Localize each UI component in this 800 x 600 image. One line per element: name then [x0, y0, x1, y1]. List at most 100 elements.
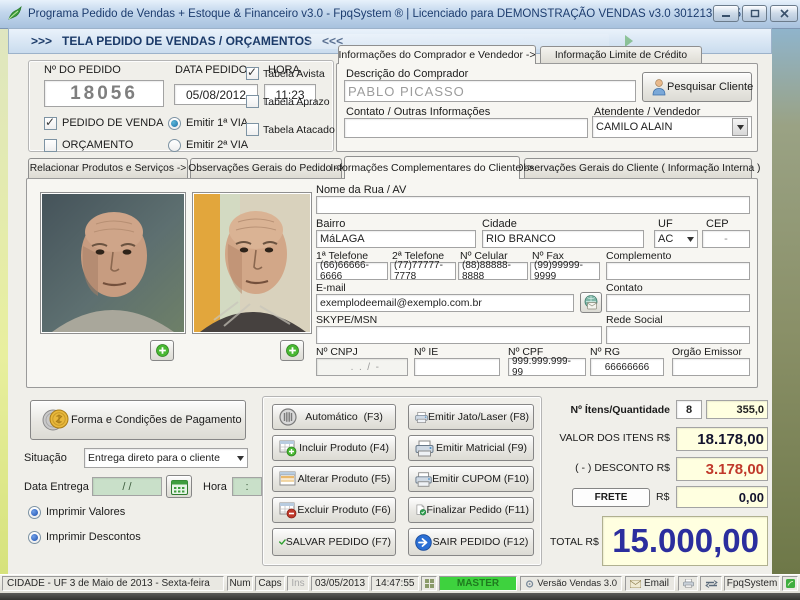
tel2-field[interactable]: (77)77777-7778 — [390, 260, 456, 282]
situacao-select[interactable]: Entrega direto para o cliente — [84, 448, 248, 468]
desconto-field: 3.178,00 — [676, 457, 768, 481]
tab-info-complementares[interactable]: Informações Complementares do Cliente -> — [330, 156, 534, 179]
emitir-2via-radio[interactable] — [168, 139, 181, 152]
pesquisar-cliente-button[interactable]: Pesquisar Cliente — [642, 72, 753, 102]
skype-field[interactable] — [316, 326, 602, 344]
orgao-emissor-field[interactable] — [672, 358, 750, 376]
emitir-cupom-button[interactable]: Emitir CUPOM (F10) — [408, 466, 534, 492]
tabela-avista-checkbox[interactable] — [246, 65, 259, 80]
ie-field[interactable] — [414, 358, 500, 376]
cnpj-field[interactable]: . . / - — [316, 358, 408, 376]
tabela-atacado-label: Tabela Atacado — [263, 124, 335, 136]
contato-outras-field[interactable] — [344, 118, 588, 138]
rede-social-field[interactable] — [606, 326, 750, 344]
uf-select[interactable]: AC — [654, 230, 698, 248]
emitir-2via-label: Emitir 2ª VIA — [186, 139, 249, 151]
finalizar-pedido-button[interactable]: Finalizar Pedido (F11) — [408, 497, 534, 523]
alterar-label: Alterar Produto — [297, 473, 369, 485]
tab-comprador-vendedor[interactable]: Informações do Comprador e Vendedor -> — [338, 45, 536, 64]
emitir-1via-radio[interactable] — [168, 117, 181, 130]
pedido-venda-checkbox[interactable] — [44, 115, 57, 130]
imprimir-valores-radio[interactable] — [28, 506, 41, 519]
printer-icon — [682, 579, 694, 588]
emitir-matricial-key: (F9) — [507, 442, 527, 454]
emitir-jato-key: (F8) — [509, 411, 529, 423]
ie-label: Nº IE — [414, 346, 439, 358]
tabela-aprazo-checkbox[interactable] — [246, 95, 259, 108]
incluir-key: (F4) — [369, 442, 389, 454]
celular-field[interactable]: (88)88888-8888 — [458, 260, 528, 282]
cidade-field[interactable]: RIO BRANCO — [482, 230, 644, 248]
status-email[interactable]: Email — [625, 576, 675, 591]
data-entrega-field[interactable]: / / — [92, 477, 162, 496]
add-photo-button-2[interactable] — [280, 340, 304, 361]
globe-envelope-icon — [584, 295, 598, 310]
envelope-icon — [630, 579, 641, 588]
green-plus-icon — [285, 344, 299, 357]
tab-observacoes-cliente[interactable]: Observações Gerais do Cliente ( Informaç… — [516, 158, 760, 178]
fax-field[interactable]: (99)99999-9999 — [530, 260, 600, 282]
close-button[interactable] — [770, 5, 798, 22]
excluir-produto-button[interactable]: Excluir Produto (F6) — [272, 497, 396, 523]
frete-button-label: FRETE — [594, 492, 628, 503]
calendar-button[interactable] — [166, 475, 192, 498]
send-email-button[interactable] — [580, 292, 602, 313]
email-label: E-mail — [316, 282, 346, 294]
gold-coins-icon — [41, 406, 71, 434]
cpf-field[interactable]: 999.999.999-99 — [508, 356, 586, 378]
automatico-key: (F3) — [363, 411, 383, 423]
frete-button[interactable]: FRETE — [572, 488, 650, 507]
contato-label: Contato — [606, 282, 643, 294]
status-connection-seg — [700, 576, 722, 591]
atendente-vendedor-select[interactable]: CAMILO ALAIN — [592, 116, 752, 138]
status-ins: Ins — [287, 576, 309, 591]
alterar-produto-button[interactable]: Alterar Produto (F5) — [272, 466, 396, 492]
emitir-matricial-button[interactable]: Emitir Matricial (F9) — [408, 435, 534, 461]
valor-itens-label: VALOR DOS ITENS R$ — [559, 432, 670, 444]
order-number-field[interactable]: 18056 — [44, 80, 164, 107]
hora-entrega-label: Hora — [203, 481, 227, 493]
emitir-1via-label: Emitir 1ª VIA — [186, 117, 249, 129]
status-version-label: Versão Vendas 3.0 — [537, 578, 617, 589]
rua-field[interactable] — [316, 196, 750, 214]
email-field[interactable]: exemplodeemail@exemplo.com.br — [316, 294, 574, 312]
chevron-down-icon — [687, 236, 694, 242]
incluir-produto-button[interactable]: Incluir Produto (F4) — [272, 435, 396, 461]
cnpj-label: Nº CNPJ — [316, 346, 358, 358]
tab-limite-credito[interactable]: Informação Limite de Crédito — [540, 46, 702, 64]
tel1-field[interactable]: (66)66666-6666 — [316, 260, 388, 282]
cep-field[interactable]: - — [702, 230, 750, 248]
data-entrega-label: Data Entrega — [24, 481, 89, 493]
sair-pedido-button[interactable]: SAIR PEDIDO (F12) — [408, 528, 534, 556]
add-photo-button-1[interactable] — [150, 340, 174, 361]
salvar-pedido-button[interactable]: SALVAR PEDIDO (F7) — [272, 528, 396, 556]
printer-icon — [415, 411, 428, 423]
minimize-button[interactable] — [713, 5, 739, 22]
complemento-field[interactable] — [606, 262, 750, 280]
bairro-field[interactable]: MáLAGA — [316, 230, 476, 248]
forma-pagamento-button[interactable]: Forma e Condições de Pagamento — [30, 400, 246, 440]
imprimir-descontos-radio[interactable] — [28, 531, 41, 544]
tabela-atacado-checkbox[interactable] — [246, 123, 259, 136]
rg-field[interactable]: 66666666 — [590, 358, 664, 376]
emitir-jato-button[interactable]: Emitir Jato/Laser (F8) — [408, 404, 534, 430]
maximize-button[interactable] — [742, 5, 767, 22]
tabela-aprazo-label: Tabela Aprazo — [263, 96, 330, 108]
blue-arrow-circle-icon — [415, 533, 432, 551]
status-location: CIDADE - UF 3 de Maio de 2013 - Sexta-fe… — [2, 576, 224, 591]
atendente-vendedor-value: CAMILO ALAIN — [596, 121, 673, 133]
screen-title: >>> TELA PEDIDO DE VENDAS / ORÇAMENTOS <… — [31, 34, 344, 48]
orcamento-checkbox[interactable] — [44, 139, 57, 152]
tab-relacionar-produtos[interactable]: Relacionar Produtos e Serviços -> — [28, 158, 188, 178]
order-date-label: DATA PEDIDO — [175, 64, 248, 76]
tab-observacoes-pedido[interactable]: Observações Gerais do Pedido -> — [188, 158, 344, 178]
table-edit-icon — [279, 471, 296, 486]
chevron-down-icon — [237, 455, 244, 461]
automatico-button[interactable]: Automático (F3) — [272, 404, 396, 430]
incluir-label: Incluir Produto — [299, 442, 367, 454]
total-field: 15.000,00 — [602, 516, 768, 566]
status-caps: Caps — [255, 576, 285, 591]
descricao-comprador-field[interactable]: PABLO PICASSO — [344, 80, 636, 102]
hora-entrega-field[interactable]: : — [232, 477, 262, 496]
contato-field[interactable] — [606, 294, 750, 312]
